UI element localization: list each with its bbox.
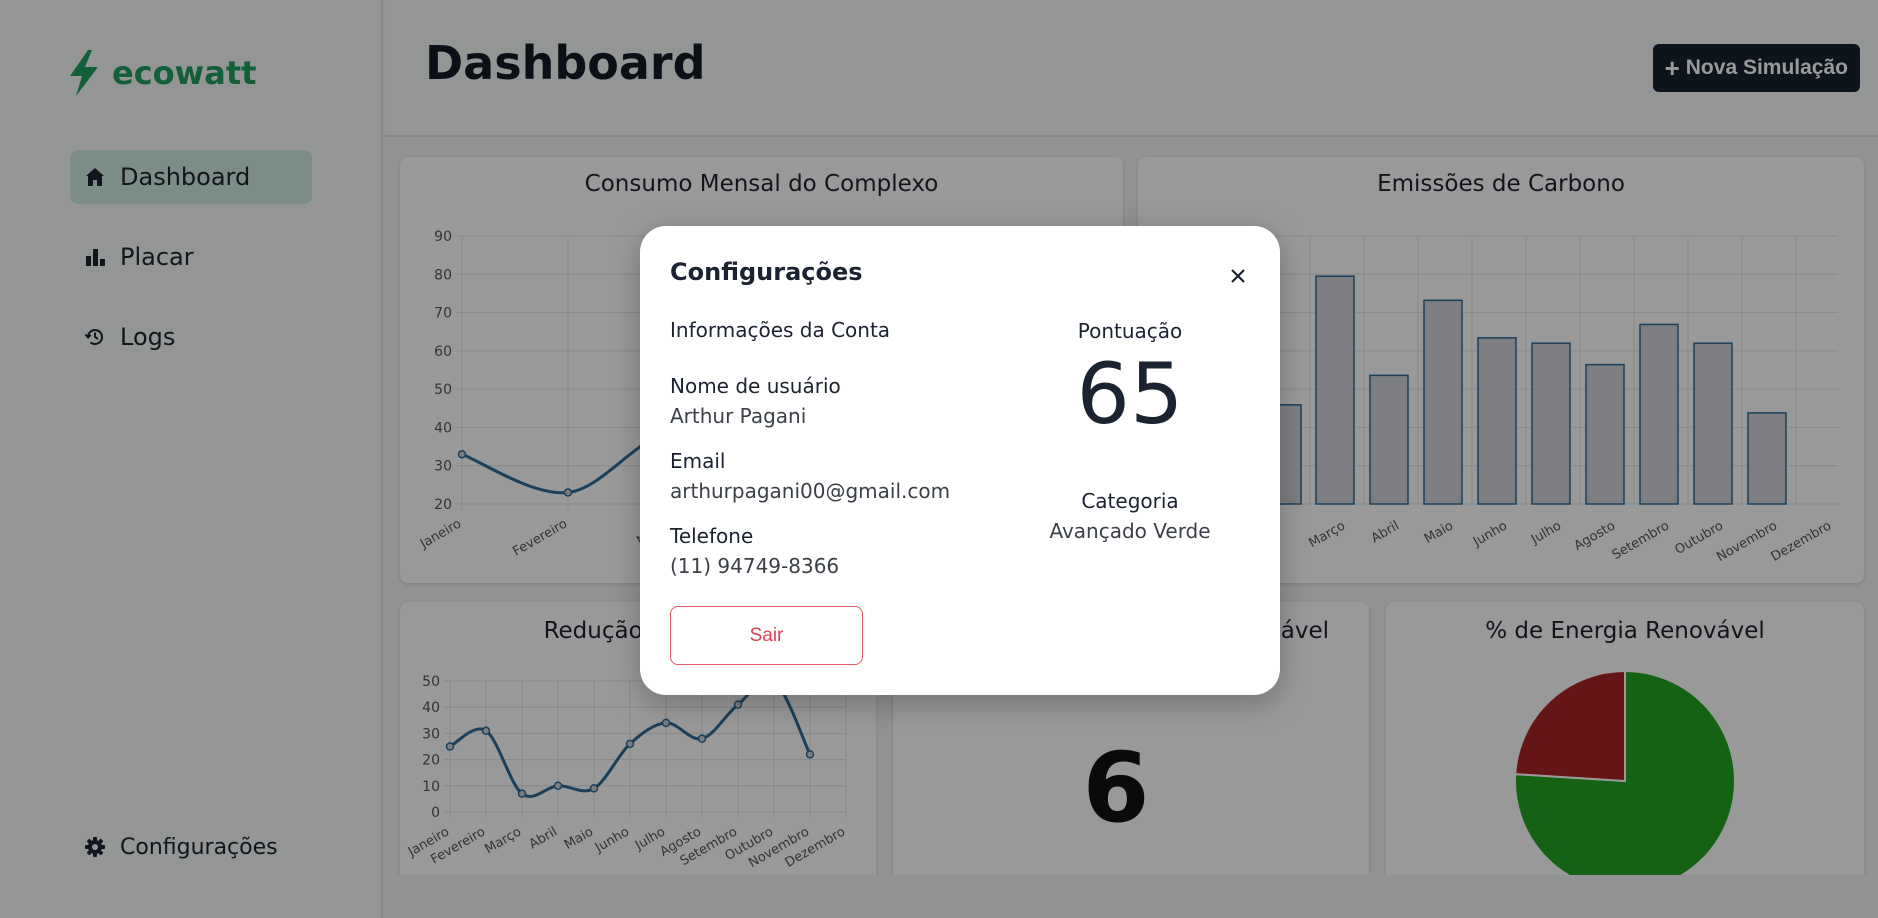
username-label: Nome de usuário (670, 374, 841, 398)
email-label: Email (670, 449, 726, 473)
phone-value: (11) 94749-8366 (670, 554, 840, 578)
close-icon (1231, 269, 1245, 283)
email-value: arthurpagani00@gmail.com (670, 479, 951, 503)
modal-title: Configurações (670, 258, 863, 286)
username-value: Arthur Pagani (670, 404, 807, 428)
score-value: 65 (1076, 345, 1184, 443)
category-value: Avançado Verde (1049, 519, 1211, 543)
score-label: Pontuação (1077, 319, 1183, 343)
category-label: Categoria (1081, 489, 1179, 513)
phone-label: Telefone (670, 524, 754, 548)
settings-modal: Configurações Informações da Conta Nome … (640, 226, 1280, 695)
close-button[interactable] (1226, 264, 1250, 288)
account-info-heading: Informações da Conta (670, 318, 891, 342)
logout-button[interactable]: Sair (670, 606, 863, 665)
